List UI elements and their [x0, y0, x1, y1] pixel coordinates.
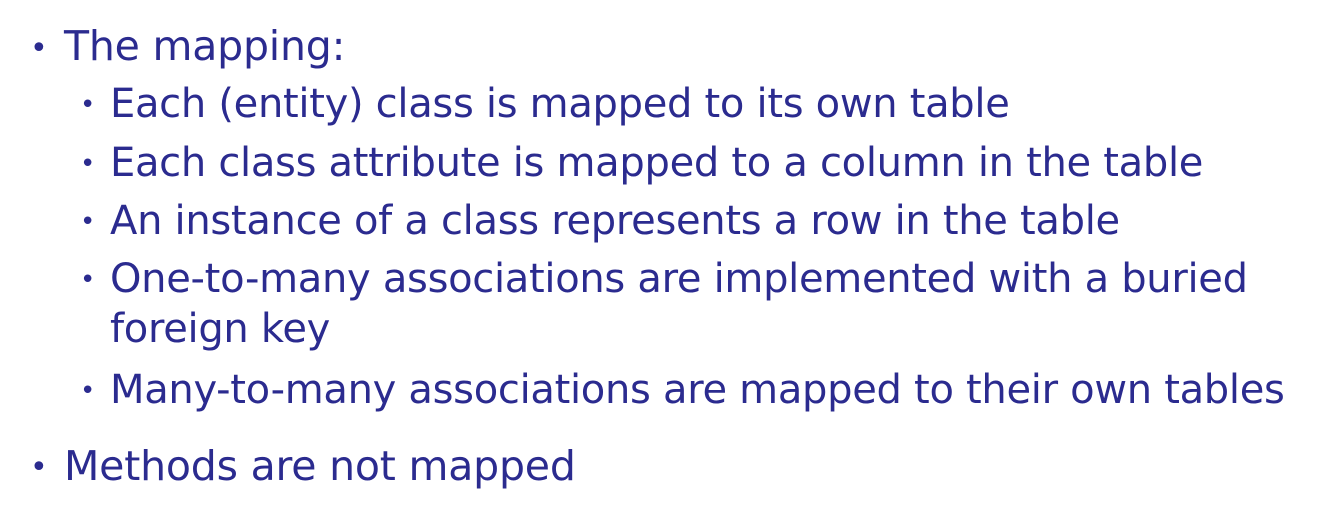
sub-bullet-continuation: foreign key: [110, 306, 331, 352]
sub-bullet-text: Each (entity) class is mapped to its own…: [110, 81, 1010, 127]
bullet-dot: •: [30, 450, 48, 485]
sub-bullet-text: Many-to-many associations are mapped to …: [110, 367, 1285, 413]
sub-bullet-dot: •: [80, 265, 96, 295]
sub-bullet-dot: •: [80, 207, 96, 237]
bullet-dot: •: [30, 31, 48, 66]
sub-bullet-dot: •: [80, 149, 96, 179]
sub-bullet-text: An instance of a class represents a row …: [110, 198, 1120, 244]
sub-bullet-text: Each class attribute is mapped to a colu…: [110, 140, 1204, 186]
sub-bullet-dot: •: [80, 376, 96, 406]
slide-content: • The mapping: • Each (entity) class is …: [0, 0, 1344, 508]
sub-bullet-text: One-to-many associations are implemented…: [110, 256, 1248, 302]
bullet-text: The mapping:: [64, 22, 346, 70]
bullet-text: Methods are not mapped: [64, 442, 576, 490]
sub-bullet-dot: •: [80, 90, 96, 120]
